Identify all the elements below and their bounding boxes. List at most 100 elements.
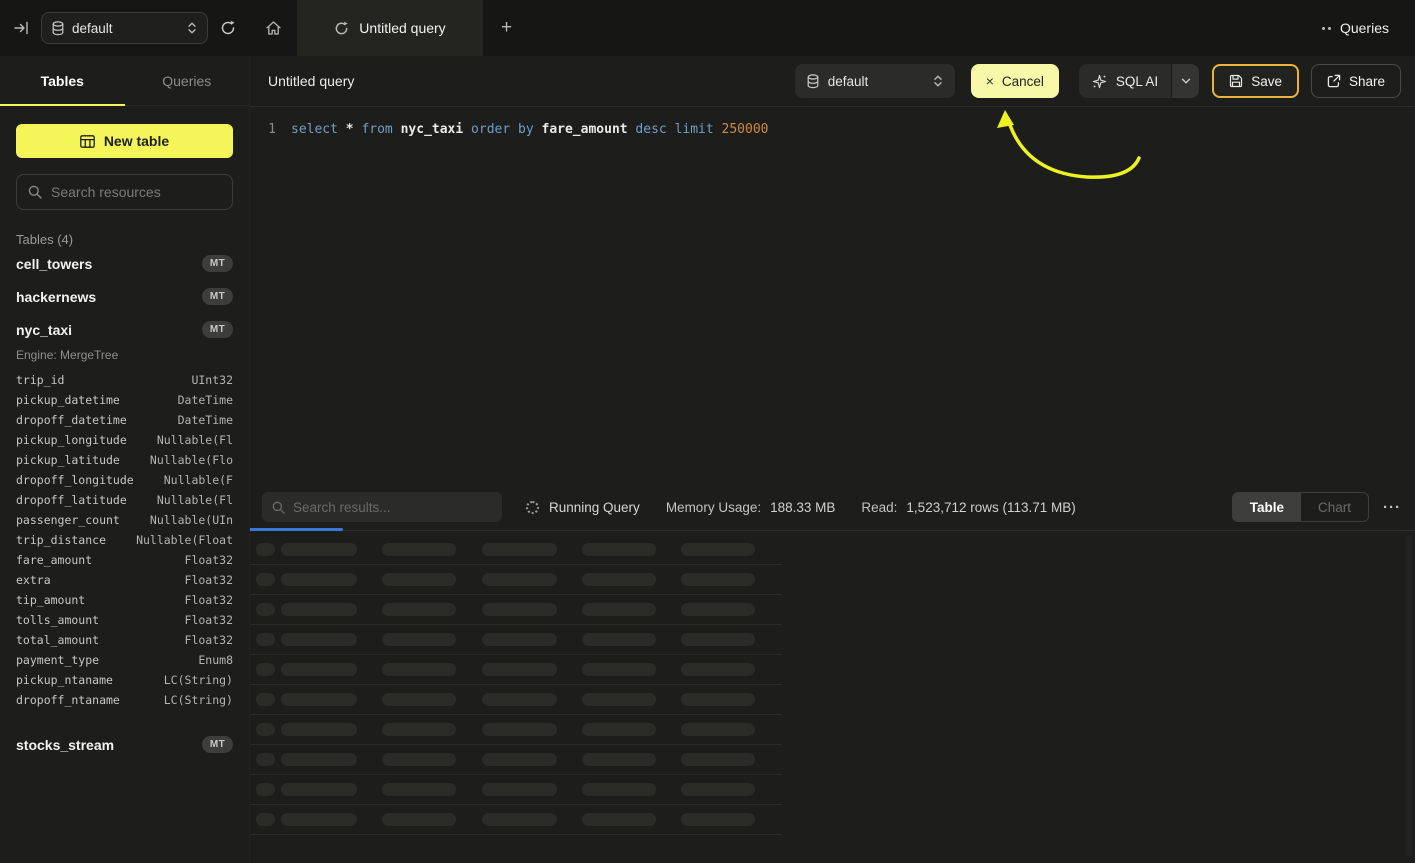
sql-ai-main[interactable]: SQL AI xyxy=(1079,64,1171,98)
new-table-label: New table xyxy=(104,133,169,149)
skeleton-cell xyxy=(582,573,656,586)
query-tab-title: Untitled query xyxy=(359,20,445,36)
sparkle-icon xyxy=(1092,74,1107,89)
home-tab-button[interactable] xyxy=(250,0,297,56)
database-selector[interactable]: default xyxy=(41,12,208,44)
results-toolbar-right: TableChart ··· xyxy=(1232,492,1401,522)
skeleton-cell xyxy=(681,723,755,736)
sql-token: limit xyxy=(675,122,714,137)
column-type: LC(String) xyxy=(164,693,233,707)
column-type: Nullable(UIn xyxy=(150,513,233,527)
cancel-button[interactable]: × Cancel xyxy=(971,64,1059,98)
results-search-input[interactable] xyxy=(293,500,492,515)
column-name: pickup_ntaname xyxy=(16,673,113,687)
skeleton-cell xyxy=(281,543,357,556)
skeleton-cell xyxy=(482,543,557,556)
skeleton-row xyxy=(250,625,782,655)
home-icon xyxy=(265,20,282,36)
save-button[interactable]: Save xyxy=(1212,64,1299,98)
engine-label: Engine: MergeTree xyxy=(16,348,233,362)
queries-link-label: Queries xyxy=(1340,20,1389,36)
skeleton-row xyxy=(250,565,782,595)
skeleton-cell xyxy=(681,753,755,766)
sql-token: from xyxy=(361,122,392,137)
view-tab-table[interactable]: Table xyxy=(1233,493,1301,521)
skeleton-cell xyxy=(256,573,275,586)
topbar-right-section: Queries xyxy=(1322,0,1415,56)
memory-usage-value: 188.33 MB xyxy=(770,500,835,515)
skeleton-cell xyxy=(256,543,275,556)
editor-database-selector[interactable]: default xyxy=(795,64,955,98)
database-icon xyxy=(807,74,819,89)
skeleton-cell xyxy=(281,693,357,706)
skeleton-cell xyxy=(582,663,656,676)
skeleton-cell xyxy=(281,813,357,826)
column-type: DateTime xyxy=(178,393,233,407)
sql-token xyxy=(714,122,722,137)
column-name: dropoff_ntaname xyxy=(16,693,120,707)
column-name: passenger_count xyxy=(16,513,120,527)
skeleton-cell xyxy=(382,813,456,826)
column-name: trip_id xyxy=(16,373,64,387)
sidebar-tab-queries[interactable]: Queries xyxy=(125,56,250,105)
column-type: Enum8 xyxy=(198,653,233,667)
column-name: tip_amount xyxy=(16,593,85,607)
query-tab[interactable]: Untitled query xyxy=(297,0,483,56)
resource-search-input[interactable] xyxy=(51,184,232,200)
column-row: pickup_latitudeNullable(Flo xyxy=(16,450,233,470)
skeleton-row xyxy=(250,685,782,715)
column-type: Nullable(F xyxy=(164,473,233,487)
skeleton-row xyxy=(250,595,782,625)
table-row[interactable]: hackernewsMT xyxy=(16,280,233,313)
queries-link[interactable]: Queries xyxy=(1322,20,1389,36)
table-list: cell_towersMThackernewsMTnyc_taxiMT Engin… xyxy=(16,247,233,761)
table-name: stocks_stream xyxy=(16,737,114,753)
database-icon xyxy=(52,21,64,36)
skeleton-cell xyxy=(582,603,656,616)
new-table-button[interactable]: New table xyxy=(16,124,233,158)
skeleton-cell xyxy=(482,573,557,586)
sql-ai-button[interactable]: SQL AI xyxy=(1079,64,1199,98)
plus-icon: + xyxy=(501,17,512,39)
skeleton-cell xyxy=(482,783,557,796)
view-tab-chart[interactable]: Chart xyxy=(1301,493,1368,521)
column-type: Float32 xyxy=(185,553,233,567)
share-button[interactable]: Share xyxy=(1311,64,1401,98)
table-row[interactable]: nyc_taxiMT xyxy=(16,313,233,346)
column-name: payment_type xyxy=(16,653,99,667)
skeleton-row xyxy=(250,775,782,805)
column-type: Nullable(Fl xyxy=(157,433,233,447)
skeleton-cell xyxy=(681,813,755,826)
table-name: nyc_taxi xyxy=(16,322,72,338)
column-row: trip_idUInt32 xyxy=(16,370,233,390)
table-row[interactable]: cell_towersMT xyxy=(16,247,233,280)
skeleton-cell xyxy=(681,603,755,616)
sql-token xyxy=(510,122,518,137)
skeleton-cell xyxy=(256,753,275,766)
table-row[interactable]: stocks_streamMT xyxy=(16,728,233,761)
search-icon xyxy=(28,185,42,199)
sql-ai-dropdown-button[interactable] xyxy=(1171,64,1199,98)
more-options-button[interactable]: ··· xyxy=(1383,499,1401,516)
sql-token: fare_amount xyxy=(542,122,628,137)
scrollbar[interactable] xyxy=(1406,535,1412,857)
skeleton-cell xyxy=(482,723,557,736)
skeleton-cell xyxy=(482,663,557,676)
loading-spinner-icon xyxy=(526,501,539,514)
memory-usage-label: Memory Usage: xyxy=(666,500,761,515)
sidebar-collapse-icon[interactable] xyxy=(14,21,29,35)
new-tab-button[interactable]: + xyxy=(483,0,530,56)
sql-token xyxy=(667,122,675,137)
selector-chevrons-icon xyxy=(933,74,943,88)
column-name: total_amount xyxy=(16,633,99,647)
sql-token xyxy=(393,122,401,137)
sql-editor[interactable]: 1 select * from nyc_taxi order by fare_a… xyxy=(250,107,1415,484)
column-type: Float32 xyxy=(185,593,233,607)
column-row: extraFloat32 xyxy=(16,570,233,590)
refresh-icon[interactable] xyxy=(220,20,236,36)
column-type: Nullable(Float xyxy=(136,533,233,547)
sidebar-tab-tables[interactable]: Tables xyxy=(0,56,125,105)
column-name: pickup_longitude xyxy=(16,433,127,447)
results-toolbar: Running Query Memory Usage: 188.33 MB Re… xyxy=(250,484,1415,531)
skeleton-cell xyxy=(482,693,557,706)
